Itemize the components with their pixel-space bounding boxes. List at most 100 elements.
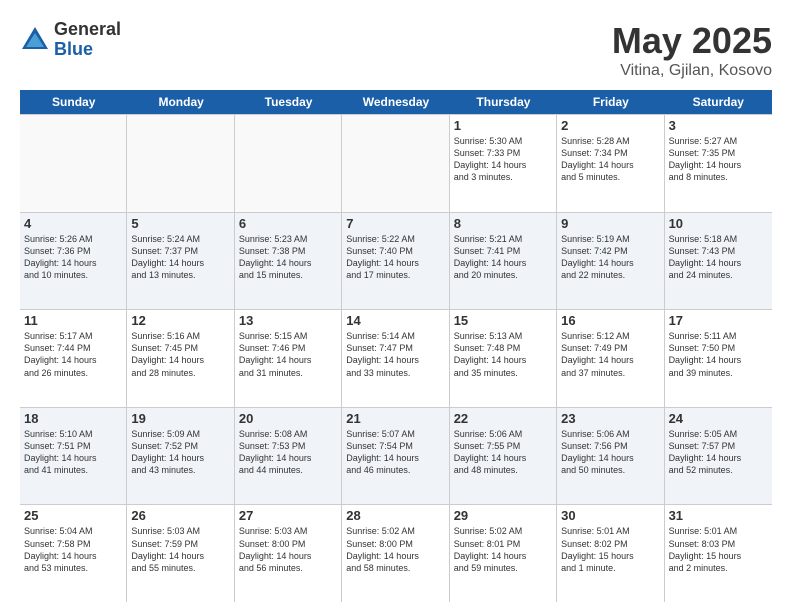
calendar-cell-w4-d1: 18 Sunrise: 5:10 AM Sunset: 7:51 PM Dayli… <box>20 408 127 505</box>
day-number: 25 <box>24 508 122 523</box>
cell-text: Sunrise: 5:08 AM Sunset: 7:53 PM Dayligh… <box>239 428 337 477</box>
calendar-cell-w3-d7: 17 Sunrise: 5:11 AM Sunset: 7:50 PM Dayli… <box>665 310 772 407</box>
cell-text: Sunrise: 5:14 AM Sunset: 7:47 PM Dayligh… <box>346 330 444 379</box>
day-number: 16 <box>561 313 659 328</box>
day-number: 20 <box>239 411 337 426</box>
calendar-row-1: 1 Sunrise: 5:30 AM Sunset: 7:33 PM Daylig… <box>20 114 772 212</box>
title-location: Vitina, Gjilan, Kosovo <box>612 62 772 80</box>
cell-text: Sunrise: 5:07 AM Sunset: 7:54 PM Dayligh… <box>346 428 444 477</box>
calendar-cell-w5-d7: 31Sunrise: 5:01 AM Sunset: 8:03 PM Dayli… <box>665 505 772 602</box>
day-number: 14 <box>346 313 444 328</box>
cell-text: Sunrise: 5:16 AM Sunset: 7:45 PM Dayligh… <box>131 330 229 379</box>
cell-text: Sunrise: 5:11 AM Sunset: 7:50 PM Dayligh… <box>669 330 768 379</box>
cell-text: Sunrise: 5:26 AM Sunset: 7:36 PM Dayligh… <box>24 233 122 282</box>
calendar-row-3: 11 Sunrise: 5:17 AM Sunset: 7:44 PM Dayli… <box>20 309 772 407</box>
cell-text: Sunrise: 5:15 AM Sunset: 7:46 PM Dayligh… <box>239 330 337 379</box>
header: General Blue May 2025 Vitina, Gjilan, Ko… <box>20 20 772 80</box>
day-number: 26 <box>131 508 229 523</box>
calendar-cell-w5-d1: 25 Sunrise: 5:04 AM Sunset: 7:58 PM Dayli… <box>20 505 127 602</box>
cell-text: Sunrise: 5:06 AM Sunset: 7:56 PM Dayligh… <box>561 428 659 477</box>
cell-text: Sunrise: 5:17 AM Sunset: 7:44 PM Dayligh… <box>24 330 122 379</box>
cell-text: Sunrise: 5:10 AM Sunset: 7:51 PM Dayligh… <box>24 428 122 477</box>
calendar-header: Sunday Monday Tuesday Wednesday Thursday… <box>20 90 772 114</box>
day-number: 2 <box>561 118 659 133</box>
cell-text: Sunrise: 5:02 AM Sunset: 8:00 PM Dayligh… <box>346 525 444 574</box>
calendar-cell-w1-d1 <box>20 115 127 212</box>
logo-text: General Blue <box>54 20 121 60</box>
header-sunday: Sunday <box>20 90 127 114</box>
day-number: 24 <box>669 411 768 426</box>
calendar-cell-w1-d2 <box>127 115 234 212</box>
day-number: 3 <box>669 118 768 133</box>
header-tuesday: Tuesday <box>235 90 342 114</box>
day-number: 15 <box>454 313 552 328</box>
cell-text: Sunrise: 5:06 AM Sunset: 7:55 PM Dayligh… <box>454 428 552 477</box>
logo-blue-text: Blue <box>54 40 121 60</box>
cell-text: Sunrise: 5:30 AM Sunset: 7:33 PM Dayligh… <box>454 135 552 184</box>
calendar-cell-w2-d6: 9Sunrise: 5:19 AM Sunset: 7:42 PM Daylig… <box>557 213 664 310</box>
calendar-cell-w1-d3 <box>235 115 342 212</box>
calendar-cell-w3-d6: 16Sunrise: 5:12 AM Sunset: 7:49 PM Dayli… <box>557 310 664 407</box>
calendar-cell-w5-d4: 28 Sunrise: 5:02 AM Sunset: 8:00 PM Dayli… <box>342 505 449 602</box>
header-wednesday: Wednesday <box>342 90 449 114</box>
calendar-cell-w3-d3: 13 Sunrise: 5:15 AM Sunset: 7:46 PM Dayli… <box>235 310 342 407</box>
cell-text: Sunrise: 5:05 AM Sunset: 7:57 PM Dayligh… <box>669 428 768 477</box>
day-number: 6 <box>239 216 337 231</box>
logo: General Blue <box>20 20 121 60</box>
header-thursday: Thursday <box>450 90 557 114</box>
calendar-cell-w2-d7: 10 Sunrise: 5:18 AM Sunset: 7:43 PM Dayli… <box>665 213 772 310</box>
calendar-cell-w5-d3: 27 Sunrise: 5:03 AM Sunset: 8:00 PM Dayli… <box>235 505 342 602</box>
cell-text: Sunrise: 5:18 AM Sunset: 7:43 PM Dayligh… <box>669 233 768 282</box>
title-month: May 2025 <box>612 20 772 62</box>
calendar-cell-w3-d2: 12 Sunrise: 5:16 AM Sunset: 7:45 PM Dayli… <box>127 310 234 407</box>
calendar-cell-w3-d5: 15 Sunrise: 5:13 AM Sunset: 7:48 PM Dayli… <box>450 310 557 407</box>
logo-general-text: General <box>54 20 121 40</box>
cell-text: Sunrise: 5:03 AM Sunset: 8:00 PM Dayligh… <box>239 525 337 574</box>
cell-text: Sunrise: 5:01 AM Sunset: 8:02 PM Dayligh… <box>561 525 659 574</box>
calendar-cell-w4-d2: 19Sunrise: 5:09 AM Sunset: 7:52 PM Dayli… <box>127 408 234 505</box>
day-number: 11 <box>24 313 122 328</box>
calendar-cell-w3-d4: 14 Sunrise: 5:14 AM Sunset: 7:47 PM Dayli… <box>342 310 449 407</box>
calendar-cell-w1-d6: 2 Sunrise: 5:28 AM Sunset: 7:34 PM Daylig… <box>557 115 664 212</box>
calendar-cell-w2-d3: 6Sunrise: 5:23 AM Sunset: 7:38 PM Daylig… <box>235 213 342 310</box>
day-number: 7 <box>346 216 444 231</box>
day-number: 21 <box>346 411 444 426</box>
calendar-row-2: 4Sunrise: 5:26 AM Sunset: 7:36 PM Daylig… <box>20 212 772 310</box>
day-number: 27 <box>239 508 337 523</box>
cell-text: Sunrise: 5:03 AM Sunset: 7:59 PM Dayligh… <box>131 525 229 574</box>
calendar-cell-w5-d2: 26 Sunrise: 5:03 AM Sunset: 7:59 PM Dayli… <box>127 505 234 602</box>
cell-text: Sunrise: 5:04 AM Sunset: 7:58 PM Dayligh… <box>24 525 122 574</box>
day-number: 12 <box>131 313 229 328</box>
cell-text: Sunrise: 5:02 AM Sunset: 8:01 PM Dayligh… <box>454 525 552 574</box>
cell-text: Sunrise: 5:13 AM Sunset: 7:48 PM Dayligh… <box>454 330 552 379</box>
day-number: 1 <box>454 118 552 133</box>
calendar-cell-w4-d6: 23Sunrise: 5:06 AM Sunset: 7:56 PM Dayli… <box>557 408 664 505</box>
calendar-body: 1 Sunrise: 5:30 AM Sunset: 7:33 PM Daylig… <box>20 114 772 602</box>
day-number: 29 <box>454 508 552 523</box>
cell-text: Sunrise: 5:28 AM Sunset: 7:34 PM Dayligh… <box>561 135 659 184</box>
day-number: 10 <box>669 216 768 231</box>
cell-text: Sunrise: 5:09 AM Sunset: 7:52 PM Dayligh… <box>131 428 229 477</box>
calendar-cell-w4-d3: 20 Sunrise: 5:08 AM Sunset: 7:53 PM Dayli… <box>235 408 342 505</box>
calendar: Sunday Monday Tuesday Wednesday Thursday… <box>20 90 772 602</box>
cell-text: Sunrise: 5:21 AM Sunset: 7:41 PM Dayligh… <box>454 233 552 282</box>
calendar-cell-w5-d6: 30Sunrise: 5:01 AM Sunset: 8:02 PM Dayli… <box>557 505 664 602</box>
day-number: 9 <box>561 216 659 231</box>
day-number: 18 <box>24 411 122 426</box>
calendar-row-5: 25 Sunrise: 5:04 AM Sunset: 7:58 PM Dayli… <box>20 504 772 602</box>
day-number: 17 <box>669 313 768 328</box>
calendar-cell-w2-d1: 4Sunrise: 5:26 AM Sunset: 7:36 PM Daylig… <box>20 213 127 310</box>
cell-text: Sunrise: 5:01 AM Sunset: 8:03 PM Dayligh… <box>669 525 768 574</box>
cell-text: Sunrise: 5:24 AM Sunset: 7:37 PM Dayligh… <box>131 233 229 282</box>
title-block: May 2025 Vitina, Gjilan, Kosovo <box>612 20 772 80</box>
header-monday: Monday <box>127 90 234 114</box>
day-number: 5 <box>131 216 229 231</box>
day-number: 22 <box>454 411 552 426</box>
calendar-cell-w2-d2: 5 Sunrise: 5:24 AM Sunset: 7:37 PM Daylig… <box>127 213 234 310</box>
day-number: 28 <box>346 508 444 523</box>
logo-icon <box>20 25 50 55</box>
cell-text: Sunrise: 5:27 AM Sunset: 7:35 PM Dayligh… <box>669 135 768 184</box>
calendar-cell-w1-d4 <box>342 115 449 212</box>
cell-text: Sunrise: 5:22 AM Sunset: 7:40 PM Dayligh… <box>346 233 444 282</box>
day-number: 13 <box>239 313 337 328</box>
